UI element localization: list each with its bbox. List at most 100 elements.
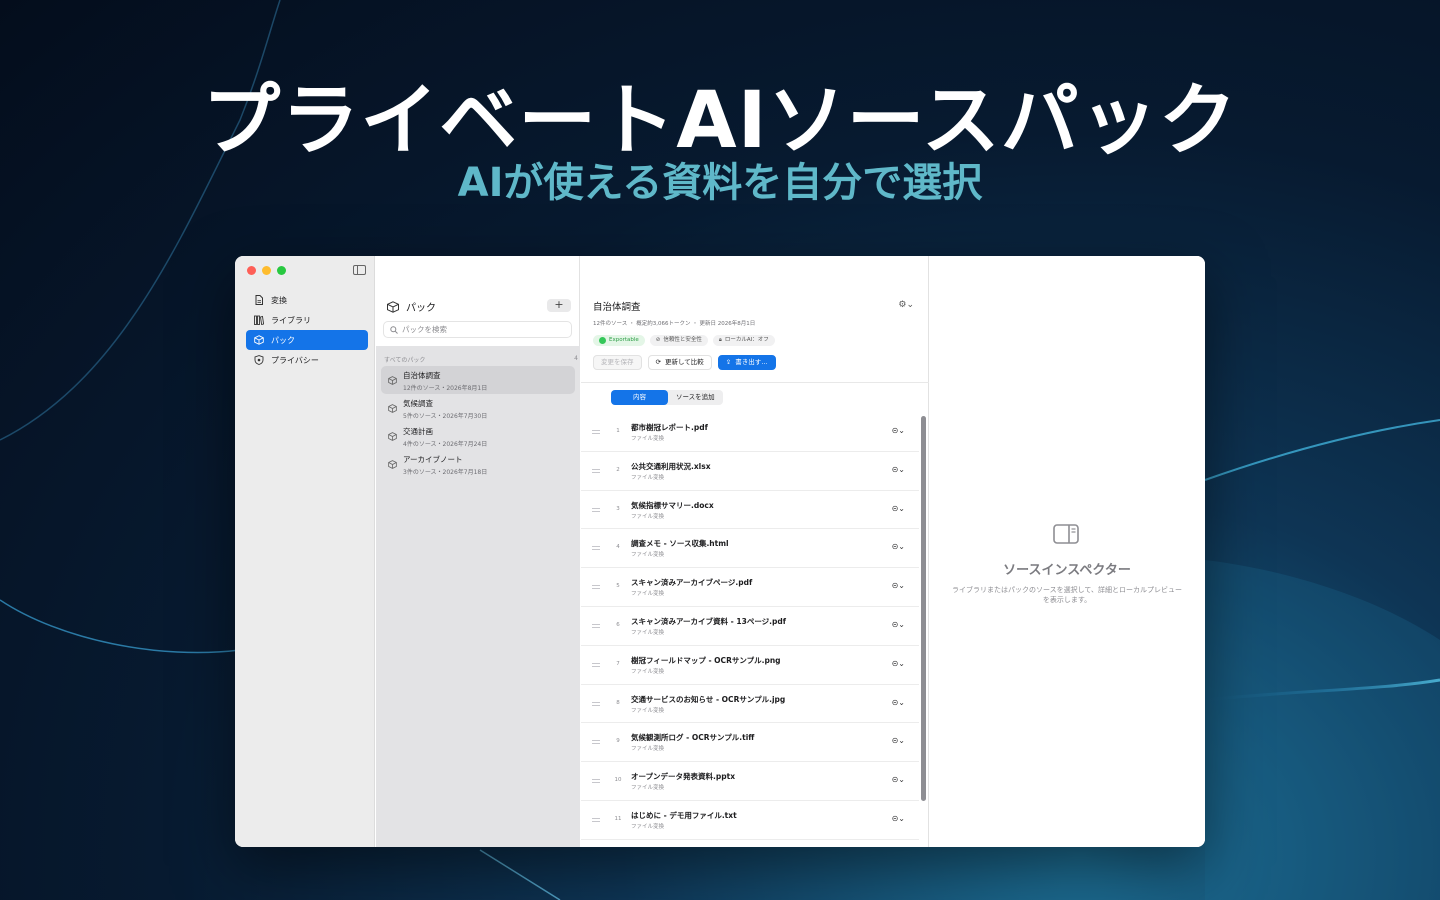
row-menu-icon[interactable]: ⊝⌄ (892, 465, 905, 474)
source-row[interactable]: 2 公共交通利用状況.xlsx ファイル変換 ⊝⌄ (581, 452, 919, 491)
sidebar-item-label: 変換 (271, 295, 287, 305)
cube-icon (388, 432, 397, 441)
pack-section-header: すべてのパック 4 (376, 346, 580, 366)
pack-name: 自治体調査 (403, 371, 441, 380)
pack-item[interactable]: 自治体調査 12件のソース・2026年8月1日 (381, 366, 575, 394)
source-inspector: ソースインスペクター ライブラリまたはパックのソースを選択して、詳細とローカルプ… (929, 256, 1205, 847)
badge-label: 信頼性と安全性 (663, 337, 702, 343)
row-number: 6 (616, 621, 620, 628)
drag-handle[interactable] (592, 585, 600, 590)
source-row[interactable]: 8 交通サービスのお知らせ - OCRサンプル.jpg ファイル変換 ⊝⌄ (581, 685, 919, 724)
source-row[interactable]: 10 オープンデータ発表資料.pptx ファイル変換 ⊝⌄ (581, 762, 919, 801)
status-badges: Exportable ⊘ 信頼性と安全性 🔒︎ ローカルAI：オフ (593, 335, 775, 346)
pack-list-header: パック + パックを検索 (376, 256, 579, 346)
pack-item[interactable]: 交通計画 4件のソース・2026年7月24日 (381, 422, 575, 450)
row-menu-icon[interactable]: ⊝⌄ (892, 581, 905, 590)
pack-search-input[interactable]: パックを検索 (383, 321, 572, 338)
zoom-window-button[interactable] (277, 266, 286, 275)
row-menu-icon[interactable]: ⊝⌄ (892, 775, 905, 784)
sidebar-item-library[interactable]: ライブラリ (246, 310, 368, 330)
pack-detail: 自治体調査 ⚙⌄ 12件のソース ・ 概定約3,066トークン ・ 更新日 20… (581, 256, 929, 847)
inspector-title: ソースインスペクター (1003, 563, 1131, 578)
source-name: 気候指標サマリー.docx (631, 500, 714, 510)
source-row[interactable]: 4 調査メモ - ソース収集.html ファイル変換 ⊝⌄ (581, 529, 919, 569)
section-label: すべてのパック (384, 357, 426, 364)
source-row[interactable]: 7 樹冠フィールドマップ - OCRサンプル.png ファイル変換 ⊝⌄ (581, 646, 919, 685)
library-icon (254, 315, 264, 325)
checkmark-icon (599, 337, 606, 344)
trust-badge[interactable]: ⊘ 信頼性と安全性 (649, 335, 708, 346)
source-type: ファイル変換 (631, 629, 665, 636)
pack-item[interactable]: 気候調査 5件のソース・2026年7月30日 (381, 394, 575, 422)
row-menu-icon[interactable]: ⊝⌄ (892, 620, 905, 629)
source-row[interactable]: 9 気候観測所ログ - OCRサンプル.tiff ファイル変換 ⊝⌄ (581, 723, 919, 763)
sidebar-nav: 変換 ライブラリ パック プライバシー (246, 290, 368, 370)
drag-handle[interactable] (592, 779, 600, 784)
sidebar-item-label: パック (271, 335, 295, 345)
refresh-compare-button[interactable]: ⟳ 更新して比較 (647, 355, 712, 370)
cube-icon (388, 404, 397, 413)
drag-handle[interactable] (592, 507, 600, 512)
source-name: スキャン済みアーカイブ資料 - 13ページ.pdf (631, 616, 787, 626)
lock-icon: 🔒︎ (718, 337, 722, 343)
pack-detail-title: 自治体調査 (593, 302, 641, 313)
button-label: 書き出す… (735, 358, 768, 366)
detail-actions: 変更を保存 ⟳ 更新して比較 ⇪ 書き出す… (593, 355, 776, 370)
scrollbar[interactable] (921, 416, 926, 801)
pack-list: すべてのパック 4 自治体調査 12件のソース・2026年8月1日 気候調査 5… (376, 346, 580, 847)
drag-handle[interactable] (592, 701, 600, 706)
source-type: ファイル変換 (631, 591, 665, 598)
row-number: 8 (616, 699, 620, 706)
row-menu-icon[interactable]: ⊝⌄ (892, 659, 905, 668)
sidebar-item-convert[interactable]: 変換 (246, 290, 368, 310)
tab-content[interactable]: 内容 (611, 390, 668, 405)
row-menu-icon[interactable]: ⊝⌄ (892, 542, 905, 551)
badge-label: ローカルAI：オフ (724, 337, 769, 343)
minimize-window-button[interactable] (262, 266, 271, 275)
drag-handle[interactable] (592, 662, 600, 667)
sidebar-toggle-icon[interactable] (353, 265, 366, 275)
source-name: オープンデータ発表資料.pptx (631, 772, 736, 782)
content-segmented-control: 内容 ソースを追加 (611, 390, 723, 405)
row-menu-icon[interactable]: ⊝⌄ (892, 698, 905, 707)
drag-handle[interactable] (592, 740, 600, 745)
source-row[interactable]: 11 はじめに - デモ用ファイル.txt ファイル変換 ⊝⌄ (581, 801, 919, 840)
row-menu-icon[interactable]: ⊝⌄ (892, 504, 905, 513)
row-menu-icon[interactable]: ⊝⌄ (892, 814, 905, 823)
source-row[interactable]: 1 都市樹冠レポート.pdf ファイル変換 ⊝⌄ (581, 413, 919, 452)
hero-subtitle: AIが使える資料を自分で選択 (457, 160, 983, 206)
row-menu-icon[interactable]: ⊝⌄ (892, 736, 905, 745)
sidebar-item-packs[interactable]: パック (246, 330, 368, 350)
drag-handle[interactable] (592, 623, 600, 628)
source-row[interactable]: 6 スキャン済みアーカイブ資料 - 13ページ.pdf ファイル変換 ⊝⌄ (581, 607, 919, 646)
close-window-button[interactable] (247, 266, 256, 275)
settings-gear-icon[interactable]: ⚙⌄ (898, 300, 914, 310)
export-button[interactable]: ⇪ 書き出す… (717, 355, 776, 370)
source-row[interactable]: 3 気候指標サマリー.docx ファイル変換 ⊝⌄ (581, 491, 919, 530)
pack-name: 交通計画 (403, 427, 433, 436)
source-type: ファイル変換 (631, 513, 665, 520)
save-changes-button[interactable]: 変更を保存 (593, 355, 642, 370)
row-menu-icon[interactable]: ⊝⌄ (892, 426, 905, 435)
divider (581, 382, 929, 383)
shield-icon (254, 355, 264, 365)
sidebar: 変換 ライブラリ パック プライバシー (235, 256, 375, 847)
cube-icon (254, 335, 264, 345)
drag-handle[interactable] (592, 468, 600, 473)
source-name: 樹冠フィールドマップ - OCRサンプル.png (631, 655, 781, 665)
drag-handle[interactable] (592, 817, 600, 822)
pack-item[interactable]: アーカイブノート 3件のソース・2026年7月18日 (381, 450, 575, 478)
source-row[interactable]: 5 スキャン済みアーカイブページ.pdf ファイル変換 ⊝⌄ (581, 568, 919, 607)
drag-handle[interactable] (592, 430, 600, 434)
row-number: 5 (616, 583, 620, 590)
add-pack-button[interactable]: + (547, 299, 571, 312)
source-name: スキャン済みアーカイブページ.pdf (631, 578, 753, 588)
source-name: 気候観測所ログ - OCRサンプル.tiff (631, 733, 755, 743)
source-type: ファイル変換 (631, 707, 665, 714)
sidebar-item-privacy[interactable]: プライバシー (246, 350, 368, 370)
badge-label: Exportable (609, 337, 639, 343)
tab-add-source[interactable]: ソースを追加 (668, 390, 723, 405)
drag-handle[interactable] (592, 546, 600, 551)
pack-meta: 3件のソース・2026年7月18日 (403, 469, 488, 476)
local-ai-badge[interactable]: 🔒︎ ローカルAI：オフ (712, 335, 775, 346)
